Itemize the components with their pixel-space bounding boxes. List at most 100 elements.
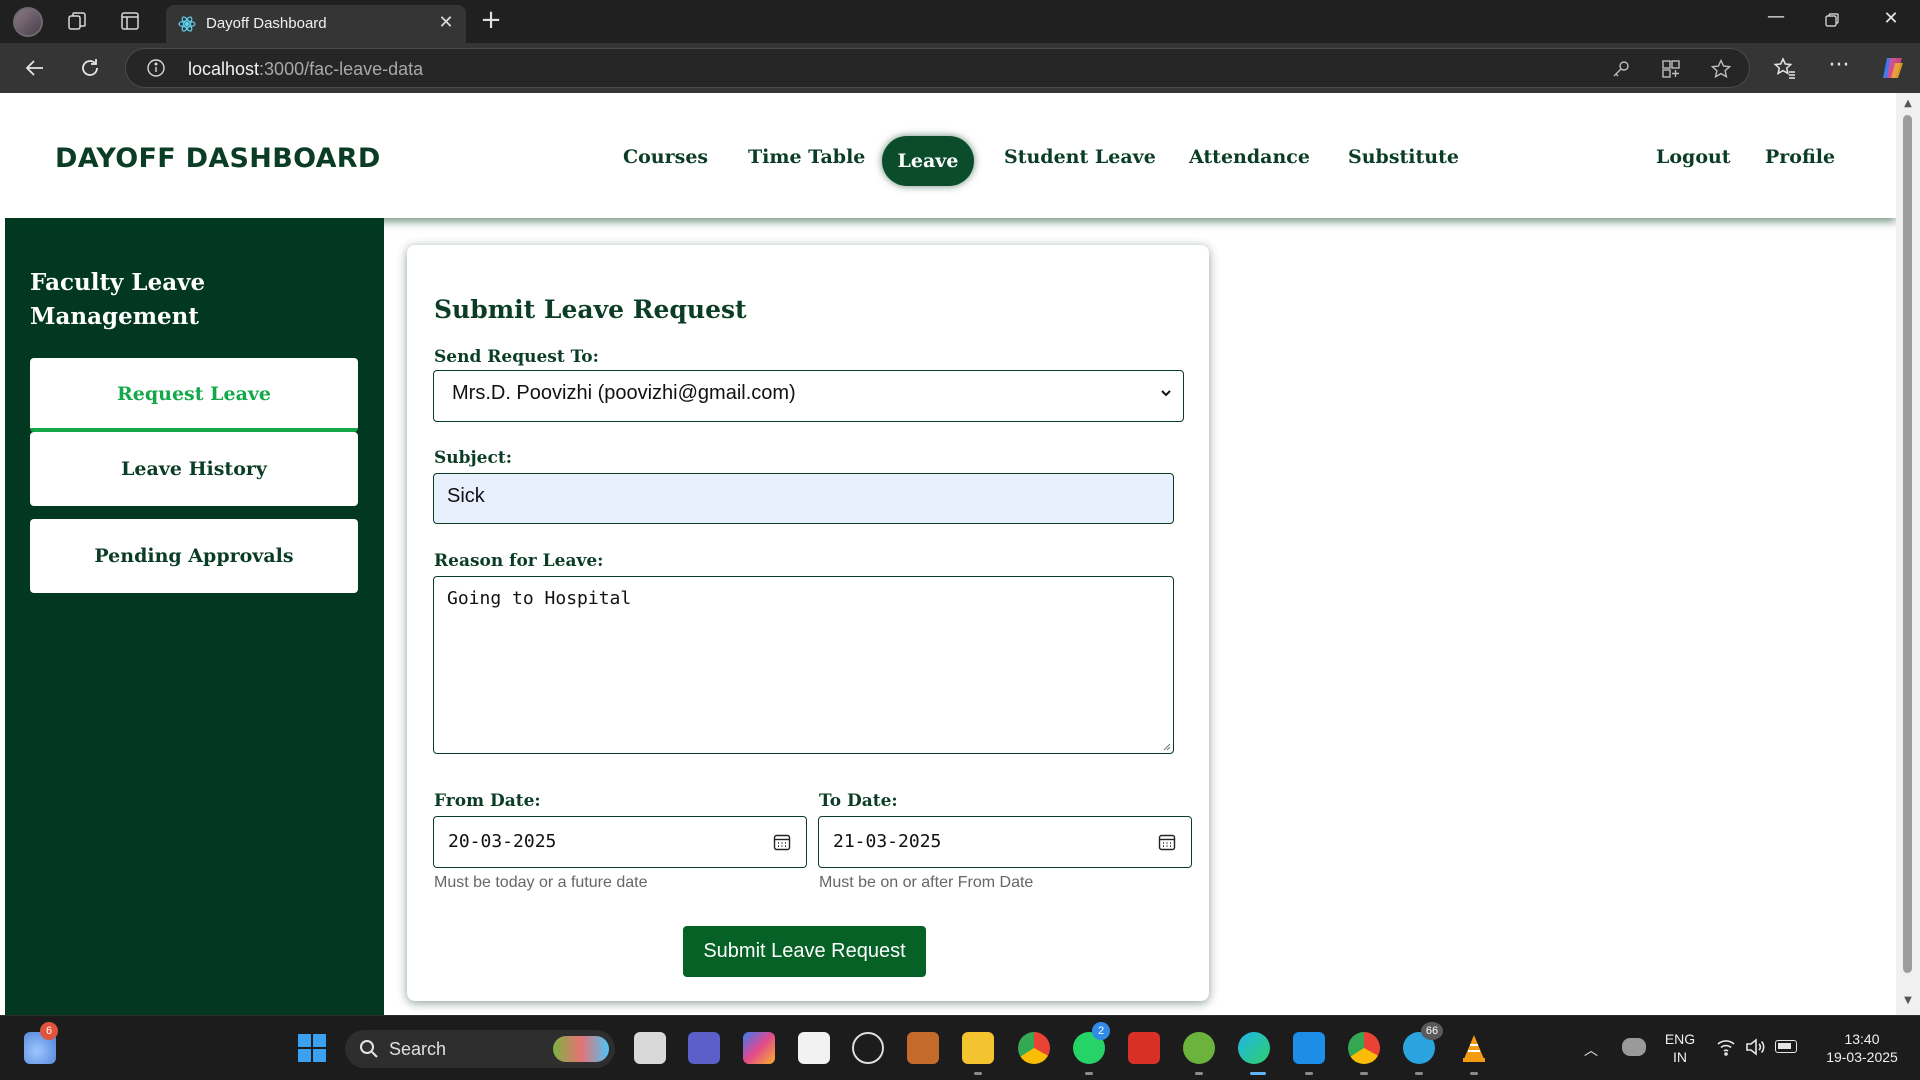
subject-label: Subject: xyxy=(434,448,512,468)
resize-handle-icon[interactable] xyxy=(1161,741,1171,751)
running-indicator xyxy=(1360,1072,1368,1075)
profile-avatar[interactable] xyxy=(13,7,43,37)
sidebar-item-leave-history[interactable]: Leave History xyxy=(30,432,358,506)
app-page: DAYOFF DASHBOARD Courses Time Table Leav… xyxy=(5,93,1896,1015)
to-date-input[interactable]: 21-03-2025 xyxy=(818,816,1192,868)
nav-attendance[interactable]: Attendance xyxy=(1189,146,1310,168)
search-icon xyxy=(360,1040,378,1058)
app-leaf-icon[interactable] xyxy=(1183,1032,1215,1064)
nav-timetable[interactable]: Time Table xyxy=(748,146,865,168)
copilot-app-icon[interactable] xyxy=(743,1032,775,1064)
to-date-label: To Date: xyxy=(819,791,898,811)
back-icon[interactable] xyxy=(22,55,48,81)
vlc-icon[interactable] xyxy=(1458,1032,1490,1064)
site-info-icon[interactable] xyxy=(146,58,166,78)
send-to-select[interactable]: Mrs.D. Poovizhi (poovizhi@gmail.com) xyxy=(433,370,1184,422)
new-tab-icon[interactable]: + xyxy=(478,7,504,34)
browser-navbar: localhost:3000/fac-leave-data ··· xyxy=(0,43,1920,93)
favorites-icon[interactable] xyxy=(1772,55,1798,81)
language-indicator[interactable]: ENG IN xyxy=(1660,1030,1700,1066)
sidebar: Faculty Leave Management Request Leave L… xyxy=(5,218,384,1015)
subject-input[interactable]: Sick xyxy=(433,473,1174,524)
reason-textarea[interactable]: Going to Hospital xyxy=(433,576,1174,754)
subject-value: Sick xyxy=(447,485,485,507)
store-icon[interactable] xyxy=(798,1032,830,1064)
running-indicator xyxy=(1085,1072,1093,1075)
url-host: localhost xyxy=(188,59,260,79)
clock[interactable]: 13:40 19-03-2025 xyxy=(1812,1030,1912,1066)
scrollbar-thumb[interactable] xyxy=(1903,115,1912,973)
telegram-badge: 66 xyxy=(1421,1022,1443,1040)
calendar-icon[interactable] xyxy=(772,832,792,852)
tab-close-icon[interactable]: ✕ xyxy=(436,13,456,33)
more-options-icon[interactable]: ··· xyxy=(1826,55,1852,81)
url-text[interactable]: localhost:3000/fac-leave-data xyxy=(188,59,423,80)
calendar-icon[interactable] xyxy=(1157,832,1177,852)
submit-leave-button[interactable]: Submit Leave Request xyxy=(683,926,926,977)
sidebar-title: Faculty Leave Management xyxy=(30,269,206,330)
nav-courses[interactable]: Courses xyxy=(623,146,708,168)
nav-leave-active[interactable]: Leave xyxy=(882,136,974,186)
windows-start-icon[interactable] xyxy=(296,1032,328,1064)
running-indicator xyxy=(1195,1072,1203,1075)
address-bar[interactable]: localhost:3000/fac-leave-data xyxy=(125,48,1750,88)
nav-profile[interactable]: Profile xyxy=(1765,146,1835,168)
minimize-icon[interactable]: — xyxy=(1762,6,1790,32)
page-scrollbar[interactable]: ▲ ▼ xyxy=(1896,93,1920,1015)
teams-icon[interactable] xyxy=(688,1032,720,1064)
url-path: :3000/fac-leave-data xyxy=(259,59,424,79)
send-to-label: Send Request To: xyxy=(434,347,599,367)
vertical-tabs-icon[interactable] xyxy=(119,10,141,32)
file-explorer-icon[interactable] xyxy=(962,1032,994,1064)
workspaces-icon[interactable] xyxy=(66,10,88,32)
scroll-down-icon[interactable]: ▼ xyxy=(1902,995,1914,1007)
sidebar-item-request-leave[interactable]: Request Leave xyxy=(30,358,358,432)
weather-badge: 6 xyxy=(40,1022,58,1040)
volume-icon[interactable] xyxy=(1745,1038,1765,1056)
running-indicator xyxy=(1470,1072,1478,1075)
nav-substitute[interactable]: Substitute xyxy=(1348,146,1459,168)
key-icon[interactable] xyxy=(1610,58,1632,80)
brand-title: DAYOFF DASHBOARD xyxy=(55,143,381,174)
game-icon[interactable] xyxy=(907,1032,939,1064)
restore-icon[interactable] xyxy=(1818,8,1846,34)
favorite-star-icon[interactable] xyxy=(1710,58,1732,80)
browser-tab-active[interactable]: Dayoff Dashboard ✕ xyxy=(166,5,466,43)
taskbar-search[interactable]: Search xyxy=(345,1030,615,1068)
scroll-up-icon[interactable]: ▲ xyxy=(1902,98,1914,110)
chrome-profile-icon[interactable] xyxy=(1348,1032,1380,1064)
search-label: Search xyxy=(389,1039,447,1059)
task-view-icon[interactable] xyxy=(634,1032,666,1064)
vscode-icon[interactable] xyxy=(1293,1032,1325,1064)
close-window-icon[interactable]: ✕ xyxy=(1877,8,1905,34)
running-indicator xyxy=(1415,1072,1423,1075)
sidebar-item-pending-approvals[interactable]: Pending Approvals xyxy=(30,519,358,593)
clock-date: 19-03-2025 xyxy=(1826,1049,1898,1065)
chrome-icon[interactable] xyxy=(1018,1032,1050,1064)
acrobat-icon[interactable] xyxy=(1128,1032,1160,1064)
tray-chevron-up-icon[interactable]: ︿ xyxy=(1584,1040,1598,1060)
react-favicon-icon xyxy=(178,15,196,33)
tab-title: Dayoff Dashboard xyxy=(206,15,327,32)
wifi-icon[interactable] xyxy=(1716,1038,1736,1056)
search-highlight-icon xyxy=(553,1036,609,1062)
from-date-value: 20-03-2025 xyxy=(448,831,557,852)
battery-icon[interactable] xyxy=(1775,1040,1797,1053)
copilot-icon[interactable] xyxy=(1880,55,1906,81)
lang-line1: ENG xyxy=(1664,1031,1696,1047)
nav-student-leave[interactable]: Student Leave xyxy=(1004,146,1156,168)
send-to-value: Mrs.D. Poovizhi (poovizhi@gmail.com) xyxy=(452,382,796,404)
active-indicator xyxy=(1250,1072,1266,1075)
clock-time: 13:40 xyxy=(1844,1031,1880,1047)
running-indicator xyxy=(974,1072,982,1075)
from-date-input[interactable]: 20-03-2025 xyxy=(433,816,807,868)
nav-logout[interactable]: Logout xyxy=(1656,146,1731,168)
app-available-icon[interactable] xyxy=(1660,58,1682,80)
windows-taskbar: 6 Search 2 66 ︿ ENG IN 13:40 19-03-2025 xyxy=(0,1015,1920,1080)
chevron-down-icon xyxy=(1161,390,1171,397)
dell-icon[interactable] xyxy=(852,1032,884,1064)
running-indicator xyxy=(1305,1072,1313,1075)
onedrive-icon[interactable] xyxy=(1622,1038,1646,1056)
edge-icon[interactable] xyxy=(1238,1032,1270,1064)
reload-icon[interactable] xyxy=(77,55,103,81)
